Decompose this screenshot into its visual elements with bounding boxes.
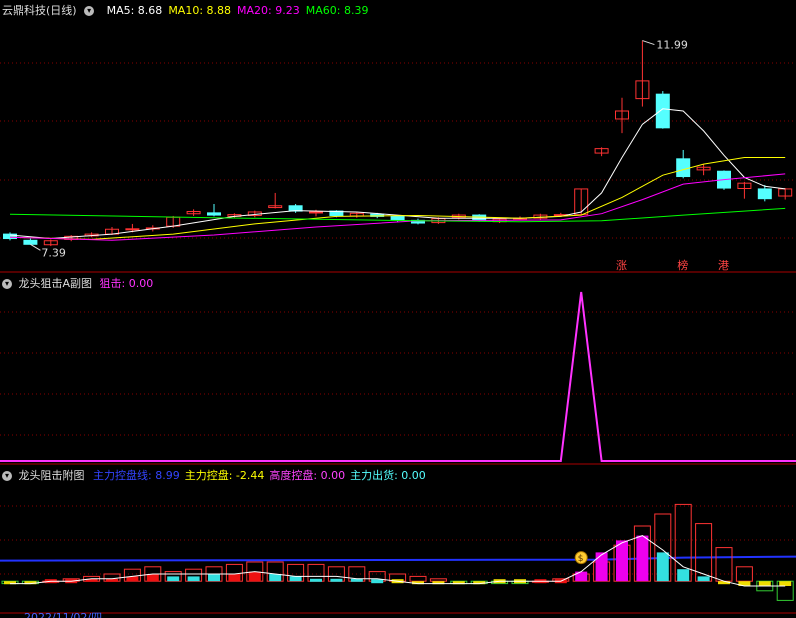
filled-bar-10 <box>208 574 220 582</box>
sub2-metric-2: 高度控盘: 0.00 <box>269 469 346 482</box>
filled-bar-31 <box>636 535 649 582</box>
ma-label-1: MA10: 8.88 <box>168 4 232 17</box>
candle-body-33 <box>676 158 691 178</box>
marker-0: 涨 <box>616 259 627 272</box>
ma-line-ma20 <box>9 173 786 241</box>
stock-title: 云鼎科技(日线) <box>2 4 77 17</box>
sub2-menu-icon[interactable]: ▾ <box>2 471 12 481</box>
filled-bar-12 <box>248 571 261 582</box>
filled-bar-29 <box>595 552 608 582</box>
sub2-metric-1: 主力控盘: -2.44 <box>184 469 265 482</box>
chart-canvas: 11.99 7.39 涨 榜 港 $ <box>0 39 796 614</box>
main-header: 云鼎科技(日线) ▾ MA5: 8.68 MA10: 8.88 MA20: 9.23… <box>2 2 368 18</box>
marker-2: 港 <box>718 259 729 272</box>
control-line <box>0 555 796 562</box>
filled-bar-7 <box>146 574 159 582</box>
filled-bar-9 <box>187 576 200 582</box>
filled-bar-30 <box>616 540 628 582</box>
filled-bar-13 <box>269 574 282 582</box>
ma-line-ma10 <box>9 157 786 240</box>
filled-bar-18 <box>371 579 384 584</box>
candle-body-1 <box>23 239 38 245</box>
candle-body-0 <box>3 233 17 240</box>
high-label: 11.99 <box>656 39 688 52</box>
filled-bar-15 <box>310 578 322 582</box>
high-pointer <box>642 40 655 46</box>
marker-1: 榜 <box>677 258 688 272</box>
chart-window: 11.99 7.39 涨 榜 港 $ 云鼎科技(日线) ▾ MA5: 8.68 MA10: … <box>0 0 796 618</box>
filled-bar-14 <box>289 576 302 582</box>
candle-body-15 <box>309 211 323 214</box>
candle-body-10 <box>207 212 221 216</box>
sub2-header: ▾ 龙头阻击附图 主力控盘线: 8.99 主力控盘: -2.44 高度控盘: 0.0… <box>2 467 426 483</box>
candle-body-19 <box>390 215 405 221</box>
sub1-metric: 狙击: 0.00 <box>99 277 154 290</box>
candle-body-37 <box>757 188 772 200</box>
low-label: 7.39 <box>41 246 66 259</box>
outline-bar-34 <box>695 523 713 582</box>
filled-bar-16 <box>330 578 343 582</box>
outline-bar-21 <box>429 578 447 582</box>
low-pointer <box>30 243 41 251</box>
sub1-title: 龙头狙击A副图 <box>18 277 93 290</box>
filled-bar-11 <box>228 574 241 582</box>
sub2-legend: 主力控盘线: 8.99 主力控盘: -2.44 高度控盘: 0.00 主力出货: 0.… <box>88 469 426 482</box>
outline-bar-20 <box>409 575 427 582</box>
ma-legend: MA5: 8.68 MA10: 8.88 MA20: 9.23 MA60: 8.39 <box>101 4 369 17</box>
ma-label-3: MA60: 8.39 <box>305 4 369 17</box>
filled-bar-37 <box>758 581 771 586</box>
sub1-header: ▾ 龙头狙击A副图 狙击: 0.00 <box>2 275 153 291</box>
ma-label-2: MA20: 9.23 <box>237 4 300 17</box>
money-bag-glyph: $ <box>578 554 584 564</box>
sub2-metric-3: 主力出货: 0.00 <box>350 469 426 482</box>
outline-bar-15 <box>307 563 325 582</box>
sub2-metric-0: 主力控盘线: 8.99 <box>93 469 180 482</box>
filled-bar-8 <box>167 576 180 582</box>
ma-label-0: MA5: 8.68 <box>106 4 163 17</box>
filled-bar-38 <box>779 581 792 586</box>
outline-bar-35 <box>715 547 733 582</box>
filled-bar-32 <box>656 552 669 582</box>
filled-bar-34 <box>697 576 710 582</box>
candle-body-6 <box>125 228 140 231</box>
sniper-line <box>0 291 796 462</box>
date-label: 2022/11/02/四 <box>24 611 103 618</box>
main-menu-icon[interactable]: ▾ <box>84 6 95 16</box>
candle-body-32 <box>655 93 670 129</box>
filled-bar-33 <box>677 569 690 582</box>
sub2-title: 龙头阻击附图 <box>18 469 85 482</box>
sub1-menu-icon[interactable]: ▾ <box>2 279 12 289</box>
